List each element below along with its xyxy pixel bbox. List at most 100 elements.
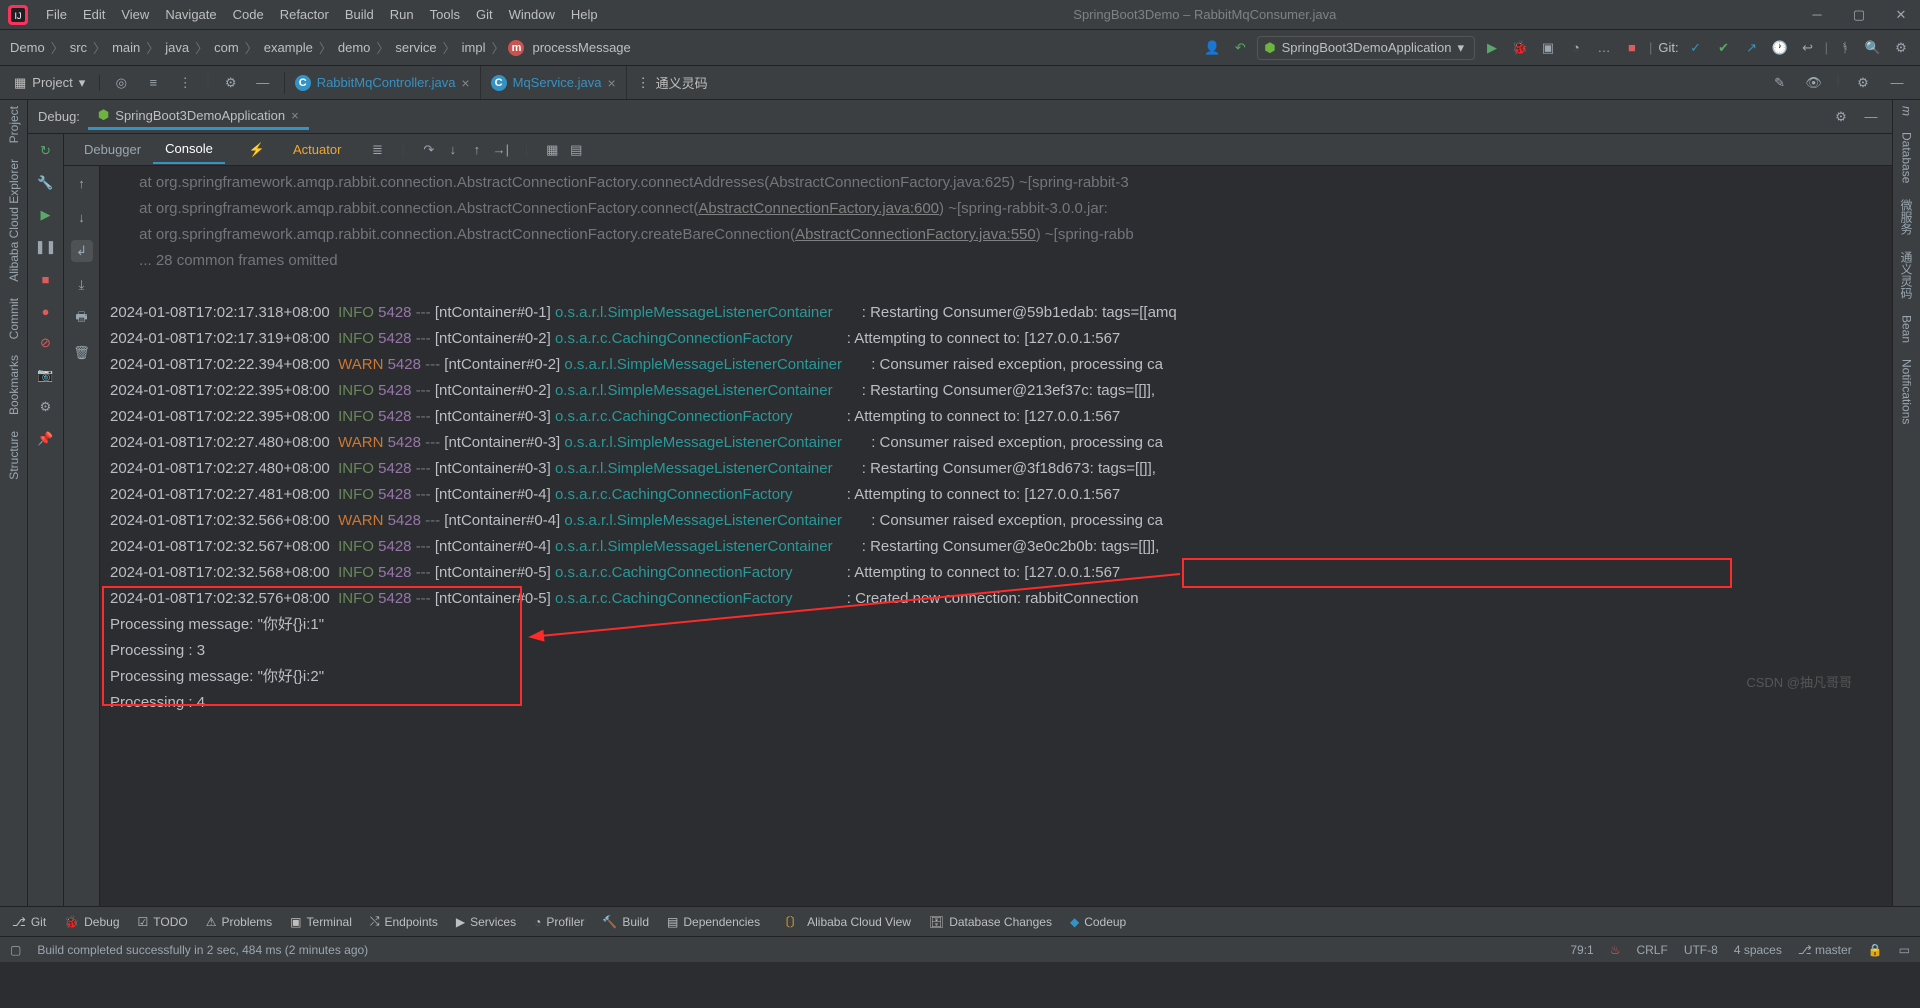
mute-breakpoints-icon[interactable]: ⊘ (35, 332, 57, 354)
step-into-icon[interactable]: ↓ (441, 139, 465, 161)
crumb-example[interactable]: example (262, 38, 315, 57)
evaluate-icon[interactable]: ▦ (540, 139, 564, 161)
console-tab[interactable]: Console (153, 135, 225, 164)
add-config-icon[interactable]: 👤 (1201, 37, 1223, 59)
camera-icon[interactable]: 📷 (35, 364, 57, 386)
bottom-endpoints[interactable]: ⤭Endpoints (370, 914, 438, 929)
up-stack-icon[interactable]: ↑ (71, 172, 93, 194)
bottom-alibaba[interactable]: 〔〕Alibaba Cloud View (778, 913, 911, 930)
tool-maven[interactable]: m (1900, 106, 1914, 116)
tool-project[interactable]: Project (7, 106, 21, 143)
bottom-problems[interactable]: ⚠Problems (206, 915, 272, 929)
reader-mode-icon[interactable]: 👁 (1803, 72, 1825, 94)
debug-session-tab[interactable]: ⬢ SpringBoot3DemoApplication × (88, 103, 309, 130)
back-icon[interactable]: ↶ (1229, 37, 1251, 59)
close-tab-icon[interactable]: × (607, 75, 615, 91)
file-encoding[interactable]: UTF-8 (1684, 943, 1718, 957)
menu-view[interactable]: View (115, 3, 155, 26)
stop-button[interactable]: ■ (1621, 37, 1643, 59)
crumb-main[interactable]: main (110, 38, 142, 57)
close-tab-icon[interactable]: × (461, 75, 469, 91)
menu-refactor[interactable]: Refactor (274, 3, 335, 26)
bottom-build[interactable]: 🔨Build (602, 915, 649, 929)
clear-icon[interactable]: 🗑 (71, 342, 93, 364)
project-tool-button[interactable]: ▦ Project ▾ (0, 75, 100, 91)
expand-all-icon[interactable]: ≡ (142, 72, 164, 94)
crumb-method[interactable]: processMessage (530, 38, 632, 57)
maximize-button[interactable]: ▢ (1848, 4, 1870, 26)
overflow-tabs[interactable]: ⋮ 通义灵码 (627, 66, 718, 99)
crumb-src[interactable]: src (68, 38, 89, 57)
mem-icon[interactable]: ▭ (1899, 943, 1910, 957)
trace-icon[interactable]: ▤ (564, 139, 588, 161)
threads-icon[interactable]: ≣ (365, 139, 389, 161)
view-breakpoints-icon[interactable]: ● (35, 300, 57, 322)
tool-database[interactable]: Database (1900, 132, 1914, 183)
breadcrumb[interactable]: Demo〉 src〉 main〉 java〉 com〉 example〉 dem… (8, 36, 633, 59)
menu-navigate[interactable]: Navigate (159, 3, 222, 26)
down-stack-icon[interactable]: ↓ (71, 206, 93, 228)
bottom-dbchanges[interactable]: 🗄Database Changes (929, 915, 1052, 929)
console-output[interactable]: at org.springframework.amqp.rabbit.conne… (100, 166, 1892, 906)
bottom-dependencies[interactable]: ▤Dependencies (667, 915, 760, 929)
menu-help[interactable]: Help (565, 3, 604, 26)
crumb-demo[interactable]: Demo (8, 38, 47, 57)
run-to-cursor-icon[interactable]: →| (489, 139, 513, 161)
bottom-todo[interactable]: ☑TODO (138, 915, 188, 929)
search-everywhere-icon[interactable]: 🔍 (1862, 37, 1884, 59)
indent[interactable]: 4 spaces (1734, 943, 1782, 957)
pause-icon[interactable]: ❚❚ (35, 236, 57, 258)
tool-alibaba-cloud-explorer[interactable]: Alibaba Cloud Explorer (7, 159, 21, 282)
file-tab-rabbitmqcontroller[interactable]: C RabbitMqController.java × (285, 66, 481, 99)
run-button[interactable]: ▶ (1481, 37, 1503, 59)
tool-bookmarks[interactable]: Bookmarks (7, 355, 21, 415)
menu-run[interactable]: Run (384, 3, 420, 26)
caret-position[interactable]: 79:1 (1570, 943, 1593, 957)
menu-build[interactable]: Build (339, 3, 380, 26)
git-history-icon[interactable]: 🕐 (1769, 37, 1791, 59)
settings-icon[interactable]: ⚙ (1890, 37, 1912, 59)
pin-icon[interactable]: 📌 (35, 428, 57, 450)
gear-icon[interactable]: ⚙ (1852, 72, 1874, 94)
coverage-button[interactable]: ▣ (1537, 37, 1559, 59)
lock-icon[interactable]: 🔒 (1868, 943, 1883, 957)
crumb-impl[interactable]: impl (460, 38, 488, 57)
run-config-selector[interactable]: ⬢ SpringBoot3DemoApplication ▾ (1257, 36, 1475, 60)
profile-button[interactable]: ◔ (1565, 37, 1587, 59)
bottom-terminal[interactable]: ▣Terminal (290, 915, 352, 929)
tool-toggle-icon[interactable]: ▢ (10, 943, 21, 957)
tool-bean[interactable]: Bean (1900, 315, 1914, 343)
tool-microservice[interactable]: 微服务 (1898, 199, 1915, 235)
menu-edit[interactable]: Edit (77, 3, 111, 26)
file-tab-mqservice[interactable]: C MqService.java × (481, 66, 627, 99)
git-rollback-icon[interactable]: ↩ (1797, 37, 1819, 59)
attach-button[interactable]: … (1593, 37, 1615, 59)
collapse-all-icon[interactable]: ⋮ (174, 72, 196, 94)
minimize-button[interactable]: ─ (1806, 4, 1828, 26)
bottom-profiler[interactable]: ◔Profiler (534, 915, 584, 929)
settings-icon[interactable]: ⚙ (35, 396, 57, 418)
tool-notifications[interactable]: Notifications (1900, 359, 1914, 424)
modify-run-icon[interactable]: 🔧 (35, 172, 57, 194)
menu-window[interactable]: Window (503, 3, 561, 26)
step-over-icon[interactable]: ↷ (417, 139, 441, 161)
code-with-me-icon[interactable]: ᚬ (1834, 37, 1856, 59)
gear-icon[interactable]: ⚙ (1830, 106, 1852, 128)
select-opened-file-icon[interactable]: ◎ (110, 72, 132, 94)
crumb-com[interactable]: com (212, 38, 241, 57)
crumb-demo2[interactable]: demo (336, 38, 373, 57)
bottom-codeup[interactable]: ◆Codeup (1070, 915, 1126, 929)
soft-wrap-icon[interactable]: ↲ (71, 240, 93, 262)
debug-button[interactable]: 🐞 (1509, 37, 1531, 59)
bottom-services[interactable]: ▶Services (456, 915, 516, 929)
menu-git[interactable]: Git (470, 3, 499, 26)
close-session-icon[interactable]: × (291, 108, 299, 123)
stop-icon[interactable]: ■ (35, 268, 57, 290)
git-branch[interactable]: ⎇ master (1798, 943, 1852, 957)
close-window-button[interactable]: ✕ (1890, 4, 1912, 26)
menu-code[interactable]: Code (227, 3, 270, 26)
bottom-git[interactable]: ⎇Git (12, 915, 46, 929)
debugger-tab[interactable]: Debugger (72, 136, 153, 163)
git-update-icon[interactable]: ✓ (1685, 37, 1707, 59)
tool-structure[interactable]: Structure (7, 431, 21, 480)
